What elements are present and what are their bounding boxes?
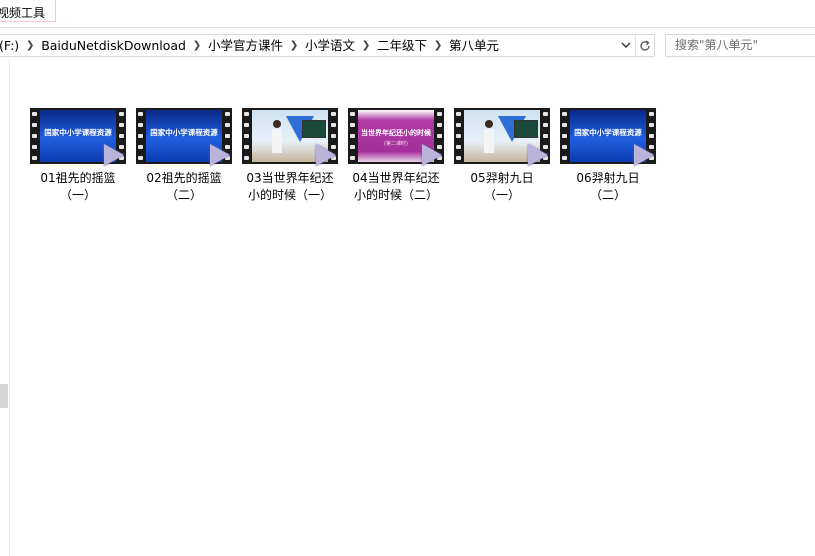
chevron-down-icon[interactable]	[617, 35, 635, 56]
teacher-figure	[272, 120, 282, 154]
chevron-right-icon[interactable]: ❯	[429, 36, 447, 56]
file-item-06[interactable]: 国家中小学课程资源 06羿射九日（二）	[560, 100, 656, 210]
file-name: 04当世界年纪还小的时候（二）	[352, 171, 440, 202]
ribbon-tab-label: 视频工具	[0, 6, 46, 20]
thumbnail-banner-text: 国家中小学课程资源	[574, 128, 642, 137]
thumbnail-banner-text: 国家中小学课程资源	[150, 128, 218, 137]
navigation-pane-scrollbar[interactable]	[0, 384, 8, 408]
navigation-pane-edge	[0, 60, 10, 556]
breadcrumb-label: BaiduNetdiskDownload	[41, 37, 186, 53]
video-thumbnail	[242, 100, 338, 166]
breadcrumb-label: 小学语文	[305, 37, 356, 53]
search-placeholder: 搜索"第八单元"	[675, 38, 759, 52]
video-thumbnail: 国家中小学课程资源	[560, 100, 656, 166]
search-input[interactable]: 搜索"第八单元"	[665, 34, 815, 57]
breadcrumb-drive[interactable]: (F:)	[0, 36, 21, 56]
breadcrumb-chinese[interactable]: ❯ 小学语文	[285, 36, 357, 56]
breadcrumb-baidunetdiskdownload[interactable]: ❯ BaiduNetdiskDownload	[21, 36, 188, 56]
video-play-icon	[210, 144, 230, 166]
chevron-right-icon[interactable]: ❯	[188, 36, 206, 56]
video-thumbnail: 国家中小学课程资源	[136, 100, 232, 166]
video-thumbnail: 当世界年纪还小的时候 (第二课时)	[348, 100, 444, 166]
studio-board	[514, 120, 538, 138]
file-item-02[interactable]: 国家中小学课程资源 02祖先的摇篮（二）	[136, 100, 232, 210]
video-play-icon	[528, 144, 548, 166]
thumbnail-banner-text: 国家中小学课程资源	[44, 128, 112, 137]
file-item-05[interactable]: 05羿射九日（一）	[454, 100, 550, 210]
chevron-right-icon[interactable]: ❯	[357, 36, 375, 56]
breadcrumb-label: (F:)	[0, 37, 20, 53]
chevron-right-icon[interactable]: ❯	[21, 36, 39, 56]
video-play-icon	[634, 144, 654, 166]
breadcrumb-courseware[interactable]: ❯ 小学官方课件	[188, 36, 285, 56]
file-item-03[interactable]: 03当世界年纪还小的时候（一）	[242, 100, 338, 210]
file-name: 03当世界年纪还小的时候（一）	[246, 171, 334, 202]
file-name: 06羿射九日（二）	[576, 171, 640, 202]
file-item-01[interactable]: 国家中小学课程资源 01祖先的摇篮（一）	[30, 100, 126, 210]
breadcrumb-label: 第八单元	[449, 37, 500, 53]
breadcrumb-label: 小学官方课件	[208, 37, 284, 53]
ribbon-tab-video-tools[interactable]: 视频工具	[0, 0, 56, 22]
file-name: 01祖先的摇篮（一）	[40, 171, 116, 202]
teacher-figure	[484, 120, 494, 154]
refresh-icon[interactable]	[635, 35, 654, 56]
video-play-icon	[316, 144, 336, 166]
ribbon-bar: 视频工具	[0, 0, 815, 28]
breadcrumb-unit8[interactable]: ❯ 第八单元	[429, 36, 501, 56]
address-bar[interactable]: (F:) ❯ BaiduNetdiskDownload ❯ 小学官方课件 ❯ 小…	[0, 34, 655, 57]
file-name: 05羿射九日（一）	[470, 171, 534, 202]
file-name: 02祖先的摇篮（二）	[146, 171, 222, 202]
breadcrumb-grade[interactable]: ❯ 二年级下	[357, 36, 429, 56]
thumbnail-lesson-title: 当世界年纪还小的时候	[361, 129, 431, 137]
video-thumbnail	[454, 100, 550, 166]
video-play-icon	[104, 144, 124, 166]
studio-board	[302, 120, 326, 138]
video-play-icon	[422, 144, 442, 166]
video-thumbnail: 国家中小学课程资源	[30, 100, 126, 166]
file-item-04[interactable]: 当世界年纪还小的时候 (第二课时) 04当世界年纪还小的时候（二）	[348, 100, 444, 210]
address-controls	[617, 35, 654, 56]
breadcrumb-label: 二年级下	[377, 37, 428, 53]
chevron-right-icon[interactable]: ❯	[285, 36, 303, 56]
